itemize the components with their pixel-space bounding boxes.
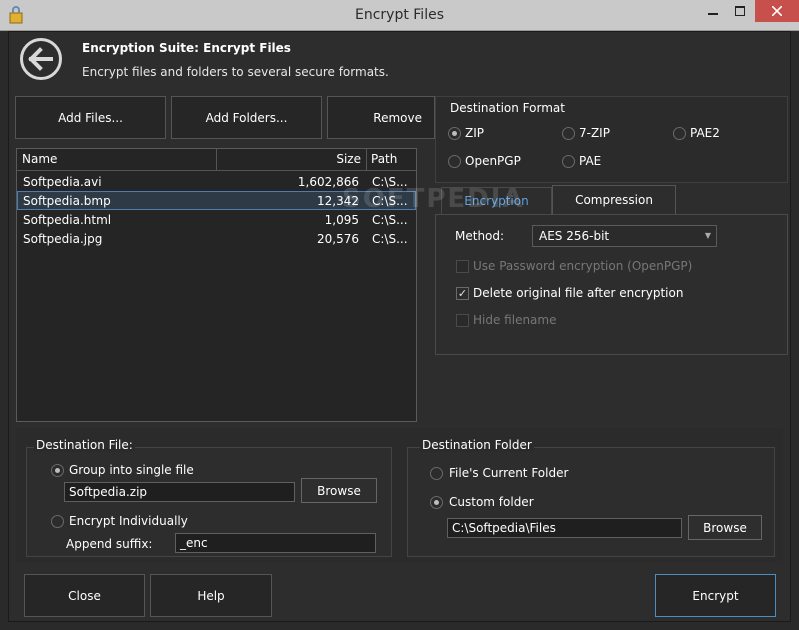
use-password-label: Use Password encryption (OpenPGP) [473,259,693,273]
file-size: 1,602,866 [297,175,359,189]
delete-original-checkbox[interactable]: ✓ [456,287,469,300]
destination-file-title: Destination File: [34,438,135,452]
radio-zip[interactable] [448,127,461,140]
destination-filename-input[interactable]: Softpedia.zip [64,482,295,502]
radio-group-single-file[interactable] [51,464,64,477]
maximize-button[interactable] [727,0,753,22]
delete-original-label: Delete original file after encryption [473,286,684,300]
back-button[interactable] [20,38,62,80]
header-subtitle: Encrypt files and folders to several sec… [82,65,389,79]
table-row[interactable]: Softpedia.avi 1,602,866 C:\S... [17,173,416,192]
title-bar: Encrypt Files [0,0,799,31]
radio-encrypt-individually[interactable] [51,515,64,528]
radio-openpgp-label: OpenPGP [465,154,521,168]
radio-pae2-label: PAE2 [690,126,720,140]
radio-custom-folder-label: Custom folder [449,495,534,509]
file-name: Softpedia.avi [23,175,102,189]
radio-current-folder[interactable] [430,467,443,480]
remove-button[interactable]: Remove [327,96,435,139]
file-path: C:\S... [372,232,408,246]
custom-folder-input[interactable]: C:\Softpedia\Files [447,518,682,538]
column-header-path[interactable]: Path [367,149,416,171]
tab-compression-options[interactable]: Compression Options [552,185,676,235]
append-suffix-label: Append suffix: [66,537,153,551]
use-password-checkbox[interactable] [456,260,469,273]
radio-zip-label: ZIP [465,126,484,140]
file-name: Softpedia.jpg [23,232,103,246]
destination-file-browse-button[interactable]: Browse [301,478,377,503]
file-path: C:\S... [372,213,408,227]
radio-7zip-label: 7-ZIP [579,126,610,140]
close-button[interactable]: Close [24,574,145,617]
add-files-button[interactable]: Add Files... [15,96,166,139]
radio-7zip[interactable] [562,127,575,140]
destination-folder-title: Destination Folder [420,438,534,452]
radio-encrypt-individually-label: Encrypt Individually [69,514,188,528]
column-header-name[interactable]: Name [17,149,217,171]
table-row[interactable]: Softpedia.html 1,095 C:\S... [17,211,416,230]
tab-encryption-options[interactable]: Encryption Options [441,187,552,234]
header-title: Encryption Suite: Encrypt Files [82,41,291,55]
radio-custom-folder[interactable] [430,496,443,509]
hide-filename-checkbox[interactable] [456,314,469,327]
method-value: AES 256-bit [539,229,610,243]
file-path: C:\S... [372,175,408,189]
hide-filename-label: Hide filename [473,313,557,327]
window-title: Encrypt Files [354,7,444,23]
close-icon [772,6,782,16]
chevron-down-icon: ▼ [704,231,711,240]
file-name: Softpedia.bmp [23,194,111,208]
maximize-icon [735,6,745,16]
method-label: Method: [455,229,505,243]
file-name: Softpedia.html [23,213,112,227]
close-window-button[interactable] [755,0,799,22]
radio-pae[interactable] [562,155,575,168]
back-arrow-icon [28,47,53,71]
append-suffix-input[interactable]: _enc [175,533,376,553]
encrypt-button[interactable]: Encrypt [655,574,776,617]
destination-folder-browse-button[interactable]: Browse [688,515,762,540]
radio-pae-label: PAE [579,154,602,168]
table-row[interactable]: Softpedia.jpg 20,576 C:\S... [17,230,416,249]
radio-group-single-file-label: Group into single file [69,463,194,477]
file-path: C:\S... [372,194,408,208]
radio-current-folder-label: File's Current Folder [449,466,569,480]
radio-pae2[interactable] [673,127,686,140]
help-button[interactable]: Help [150,574,272,617]
column-header-size[interactable]: Size [217,149,367,171]
table-row-selected[interactable]: Softpedia.bmp 12,342 C:\S... [17,191,416,210]
method-select[interactable]: AES 256-bit ▼ [532,225,717,247]
file-size: 1,095 [324,213,359,227]
file-size: 12,342 [317,194,359,208]
file-size: 20,576 [317,232,359,246]
add-folders-button[interactable]: Add Folders... [171,96,322,139]
radio-openpgp[interactable] [448,155,461,168]
minimize-icon [708,13,718,15]
destination-format-title: Destination Format [448,101,567,115]
minimize-button[interactable] [700,0,726,22]
